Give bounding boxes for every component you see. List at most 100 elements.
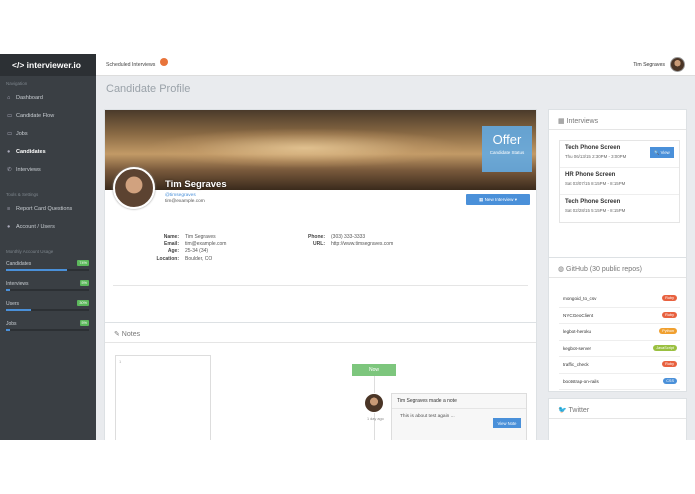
usage-badge: 30% xyxy=(77,300,89,306)
github-repo[interactable]: bootstrap-on-rails CSS xyxy=(559,374,680,390)
notification-badge-icon[interactable] xyxy=(160,58,168,66)
page-title: Candidate Profile xyxy=(106,83,191,95)
scheduled-interviews-link[interactable]: Scheduled Interviews xyxy=(106,62,155,68)
usage-track xyxy=(6,309,89,311)
user-icon: ● xyxy=(7,224,11,230)
sidebar-item-label: Interviews xyxy=(16,167,41,173)
view-interview-button[interactable]: 🔍 View xyxy=(650,147,674,158)
candidate-status-badge[interactable]: Offer Candidate Status xyxy=(482,126,532,172)
interviews-title: ▦ Interviews xyxy=(549,110,686,130)
detail-value: http://www.timsegraves.com xyxy=(331,241,394,248)
detail-value: 25-34 (34) xyxy=(185,248,209,255)
status-value: Offer xyxy=(492,132,522,147)
candidate-email: tim@example.com xyxy=(165,199,205,204)
note-editor[interactable]: 1 xyxy=(115,355,211,440)
current-user-name[interactable]: Tim Segraves xyxy=(633,62,665,68)
detail-row: Name: Tim Segraves xyxy=(105,234,226,241)
usage-row: Users 30% xyxy=(0,297,96,317)
usage-list: Candidates 74% Interviews 5% Users 30% Jobs 5% xyxy=(0,257,96,337)
view-note-button[interactable]: View Note xyxy=(493,418,521,428)
repo-language-badge: Ruby xyxy=(662,361,677,367)
interview-item[interactable]: HR Phone Screen Sat 03/07/15 8:15PM - 8:1… xyxy=(560,168,679,195)
github-repo[interactable]: mongoid_to_csv Ruby xyxy=(559,291,680,308)
candidate-name: Tim Segraves xyxy=(165,179,227,190)
sidebar-item-label: Dashboard xyxy=(16,95,43,101)
usage-row: Jobs 5% xyxy=(0,317,96,337)
repo-name: kegbot-server xyxy=(563,345,592,351)
app-frame: </> interviewer.io Navigation ⌂ Dashboard… xyxy=(0,54,695,440)
usage-badge: 5% xyxy=(79,320,89,326)
candidate-avatar xyxy=(113,167,155,209)
sidebar-item-label: Candidates xyxy=(16,149,46,155)
user-avatar[interactable] xyxy=(670,57,685,72)
repo-language-badge: JavaScript xyxy=(653,344,677,351)
usage-track xyxy=(6,269,89,271)
notes-card: ✎ Notes 1 Now 1 day ago Tim Segraves mad… xyxy=(104,322,537,440)
usage-badge: 74% xyxy=(77,260,89,266)
interview-item[interactable]: Tech Phone Screen Sat 02/28/15 5:15PM - 8… xyxy=(560,195,679,222)
repo-language-badge: CSS xyxy=(663,377,677,384)
interview-date: Sat 03/07/15 8:15PM - 8:15PM xyxy=(565,181,626,186)
divider xyxy=(113,285,528,286)
tools-list: ≡ Report Card Questions ● Account / Users xyxy=(0,200,96,236)
usage-label: Users xyxy=(6,301,20,307)
sidebar-item-interviews[interactable]: ✆ Interviews xyxy=(0,161,96,179)
line-number: 1 xyxy=(119,359,122,364)
new-interview-button[interactable]: ▦ New Interview ▾ xyxy=(466,194,530,205)
twitter-title: 🐦 Twitter xyxy=(549,399,686,419)
note-entry-header: Tim Segraves made a note xyxy=(392,394,526,409)
detail-value: Tim Segraves xyxy=(185,234,216,240)
usage-row: Interviews 5% xyxy=(0,277,96,297)
sidebar-item-account-users[interactable]: ● Account / Users xyxy=(0,218,96,236)
list-icon: ≡ xyxy=(7,206,11,212)
cover-sheen xyxy=(145,128,465,168)
sidebar-item-jobs[interactable]: ▭ Jobs xyxy=(0,125,96,143)
note-entry-body: This is about test again ... xyxy=(400,414,455,419)
sidebar-item-candidate-flow[interactable]: ▭ Candidate Flow xyxy=(0,107,96,125)
detail-row: Location: Boulder, CO xyxy=(105,256,226,263)
flow-icon: ▭ xyxy=(7,113,13,119)
sidebar-item-label: Account / Users xyxy=(16,224,55,230)
sidebar-item-dashboard[interactable]: ⌂ Dashboard xyxy=(0,89,96,107)
interviews-list: Tech Phone Screen Thu 06/13/15 2:30PM - 3… xyxy=(559,140,680,223)
detail-row: Email: tim@example.com xyxy=(105,241,227,248)
repo-name: mongoid_to_csv xyxy=(563,296,597,301)
status-label: Candidate Status xyxy=(489,150,525,155)
github-repo[interactable]: legbot-heroku Python xyxy=(559,324,680,341)
nav-heading: Navigation xyxy=(6,81,28,86)
brand-logo[interactable]: </> interviewer.io xyxy=(0,54,96,76)
repo-language-badge: Python xyxy=(659,328,677,334)
usage-heading: Monthly Account Usage xyxy=(6,249,54,254)
interviews-card: ▦ Interviews Tech Phone Screen Thu 06/13/… xyxy=(548,109,687,261)
interview-item[interactable]: Tech Phone Screen Thu 06/13/15 2:30PM - 3… xyxy=(560,141,679,168)
github-repo[interactable]: traffic_check Ruby xyxy=(559,357,680,374)
sidebar-item-report-card-questions[interactable]: ≡ Report Card Questions xyxy=(0,200,96,218)
note-time-ago: 1 day ago xyxy=(367,417,384,421)
detail-key: Name: xyxy=(163,234,179,240)
sidebar-item-label: Jobs xyxy=(16,131,28,137)
github-repo[interactable]: NYCGeoClient Ruby xyxy=(559,308,680,324)
note-entry: Tim Segraves made a note This is about t… xyxy=(391,393,527,440)
detail-row: URL: http://www.timsegraves.com xyxy=(285,241,393,248)
detail-key: Email: xyxy=(163,241,179,248)
details-right: Phone: (303) 333-3333 URL: http://www.timse… xyxy=(285,234,393,248)
usage-label: Jobs xyxy=(6,321,17,327)
interview-date: Sat 02/28/15 5:15PM - 8:15PM xyxy=(565,208,626,213)
github-repo[interactable]: kegbot-server JavaScript xyxy=(559,341,680,357)
repo-name: bootstrap-on-rails xyxy=(563,378,599,384)
detail-row: Age: 25-34 (34) xyxy=(105,248,226,255)
github-repo-list: mongoid_to_csv Ruby NYCGeoClient Ruby legbot… xyxy=(559,291,680,390)
note-author-avatar xyxy=(364,393,384,413)
usage-fill xyxy=(6,289,11,291)
usage-row: Candidates 74% xyxy=(0,257,96,277)
sidebar-item-candidates[interactable]: ● Candidates xyxy=(0,143,96,161)
topbar: Scheduled Interviews Tim Segraves xyxy=(96,54,695,76)
sidebar: </> interviewer.io Navigation ⌂ Dashboard… xyxy=(0,54,96,440)
detail-row: Phone: (303) 333-3333 xyxy=(285,234,393,241)
detail-value: tim@example.com xyxy=(185,241,227,248)
home-icon: ⌂ xyxy=(7,95,11,101)
sidebar-item-label: Candidate Flow xyxy=(16,113,55,119)
candidate-handle-link[interactable]: @timsegraves xyxy=(165,193,196,198)
cover-photo: Offer Candidate Status xyxy=(105,110,536,190)
repo-language-badge: Ruby xyxy=(662,295,677,301)
